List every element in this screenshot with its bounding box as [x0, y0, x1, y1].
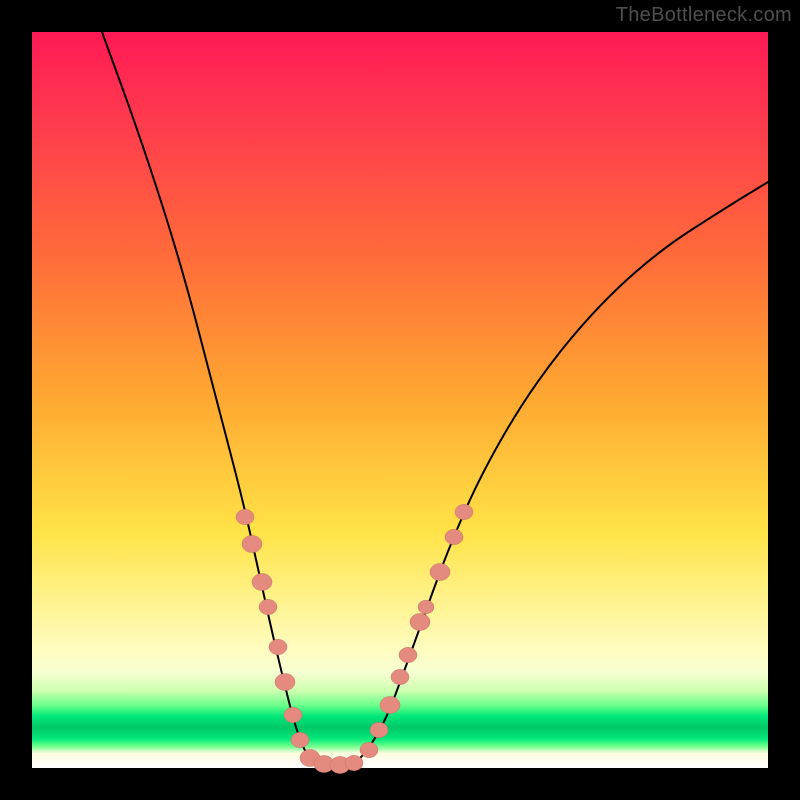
- bead-marker: [259, 599, 277, 614]
- bead-marker: [410, 614, 430, 631]
- bead-marker: [291, 732, 309, 747]
- bead-marker: [275, 674, 295, 691]
- bead-marker: [345, 755, 363, 770]
- bead-marker: [370, 722, 388, 737]
- bead-marker: [445, 529, 463, 544]
- curve-layer: [32, 32, 768, 768]
- plot-area: [32, 32, 768, 768]
- right-curve-line: [354, 182, 768, 765]
- bead-marker: [360, 742, 378, 757]
- left-curve-line: [102, 32, 314, 765]
- bead-marker: [430, 564, 450, 581]
- bead-group: [236, 504, 473, 773]
- bead-marker: [252, 574, 272, 591]
- bead-marker: [418, 600, 434, 614]
- bead-marker: [242, 536, 262, 553]
- bead-marker: [236, 509, 254, 524]
- bead-marker: [380, 697, 400, 714]
- watermark-text: TheBottleneck.com: [616, 4, 792, 27]
- bead-marker: [284, 707, 302, 722]
- bead-marker: [391, 669, 409, 684]
- bead-marker: [455, 504, 473, 519]
- chart-frame: TheBottleneck.com: [0, 0, 800, 800]
- bead-marker: [269, 639, 287, 654]
- bead-marker: [399, 647, 417, 662]
